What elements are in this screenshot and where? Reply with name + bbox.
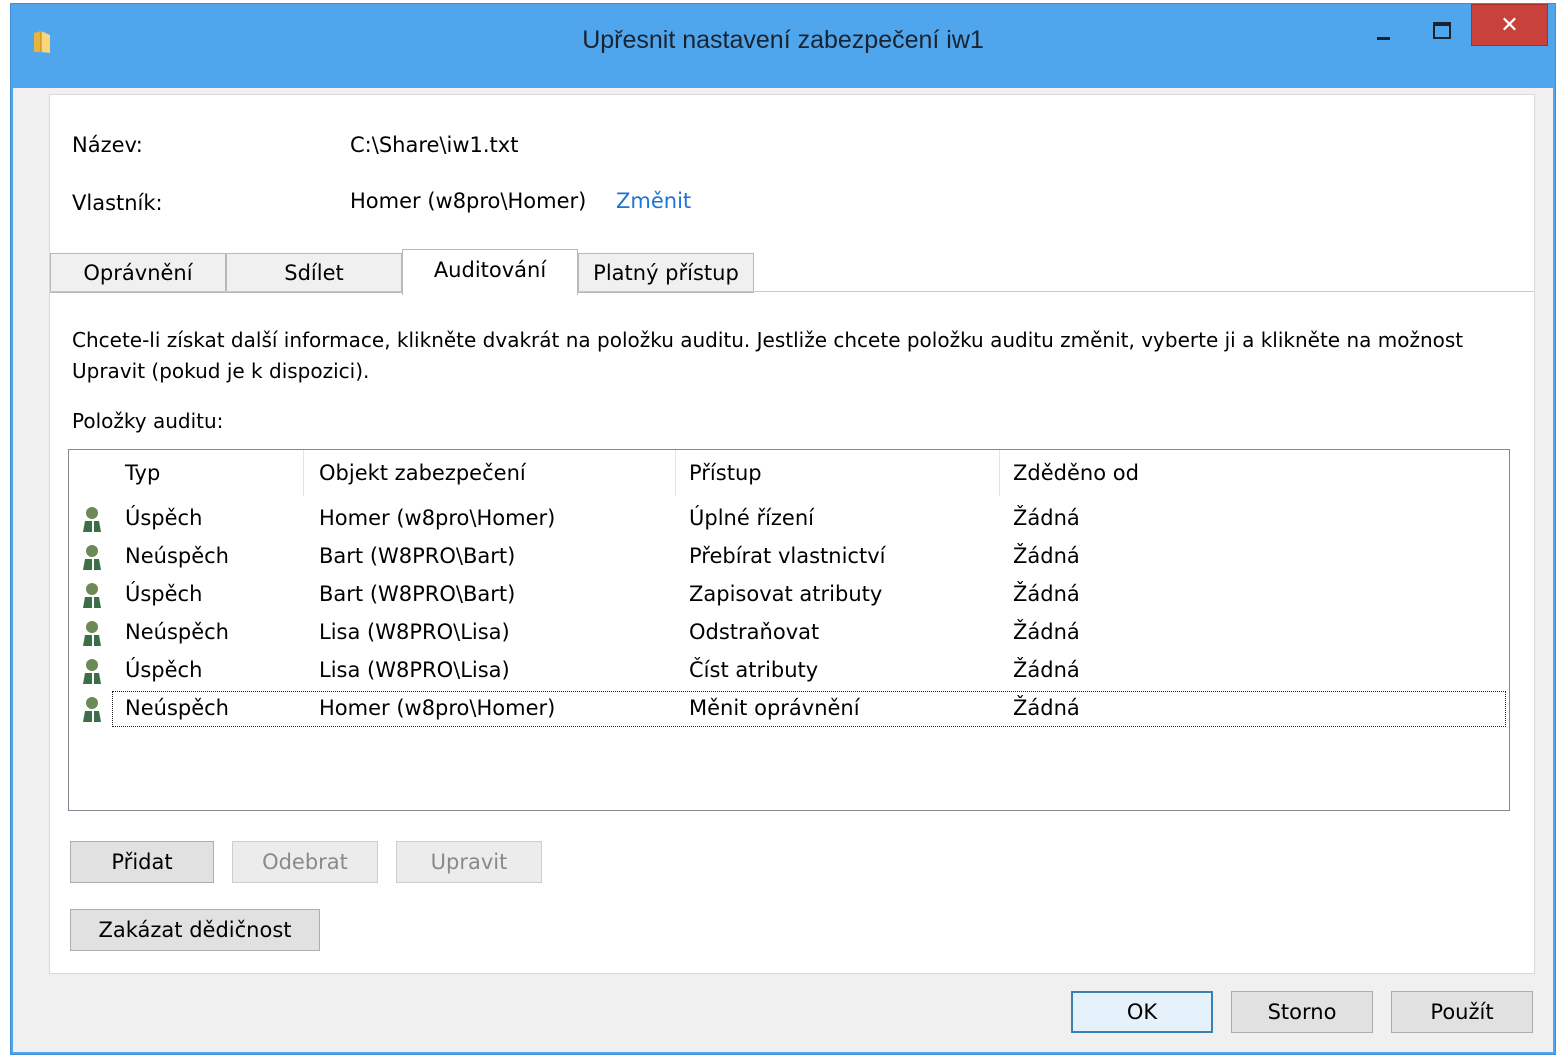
column-divider	[303, 450, 304, 496]
column-header-type[interactable]: Typ	[111, 450, 303, 498]
cell-type: Úspěch	[125, 582, 203, 606]
user-icon	[83, 659, 101, 684]
cell-access: Číst atributy	[689, 658, 819, 682]
cell-principal: Bart (W8PRO\Bart)	[319, 582, 516, 606]
dialog-client-area: Název: C:\Share\iw1.txt Vlastník: Homer …	[13, 88, 1553, 1052]
tab-share[interactable]: Sdílet	[226, 253, 402, 293]
auditing-description: Chcete-li získat další informace, klikně…	[72, 328, 1464, 383]
column-header-access[interactable]: Přístup	[675, 450, 999, 498]
cell-principal: Homer (w8pro\Homer)	[319, 506, 556, 530]
cell-access: Zapisovat atributy	[689, 582, 883, 606]
maximize-button[interactable]	[1413, 4, 1473, 48]
tab-strip: Oprávnění Sdílet Auditování Platný příst…	[50, 249, 1534, 295]
cancel-button[interactable]: Storno	[1231, 991, 1373, 1033]
name-label: Název:	[72, 133, 143, 157]
cell-principal: Lisa (W8PRO\Lisa)	[319, 620, 510, 644]
cell-type: Úspěch	[125, 658, 203, 682]
user-icon	[83, 621, 101, 646]
disable-inheritance-button[interactable]: Zakázat dědičnost	[70, 909, 320, 951]
column-header-inherited-from[interactable]: Zděděno od	[999, 450, 1509, 498]
audit-entries-list[interactable]: Typ Objekt zabezpečení Přístup Zděděno o…	[68, 449, 1510, 811]
cell-type: Neúspěch	[125, 620, 229, 644]
window-title: Upřesnit nastavení zabezpečení iw1	[582, 26, 984, 54]
dialog-window: Upřesnit nastavení zabezpečení iw1 ✕ Náz…	[10, 3, 1556, 1055]
audit-entries-label: Položky auditu:	[72, 409, 224, 433]
cell-principal: Lisa (W8PRO\Lisa)	[319, 658, 510, 682]
cell-inherited: Žádná	[1013, 620, 1080, 644]
tab-permissions[interactable]: Oprávnění	[50, 253, 226, 293]
cell-inherited: Žádná	[1013, 544, 1080, 568]
edit-button[interactable]: Upravit	[396, 841, 542, 883]
remove-button[interactable]: Odebrat	[232, 841, 378, 883]
name-value: C:\Share\iw1.txt	[350, 133, 519, 157]
owner-label: Vlastník:	[72, 191, 163, 215]
tab-effective-access[interactable]: Platný přístup	[578, 253, 754, 293]
tab-auditing[interactable]: Auditování	[402, 249, 578, 295]
user-icon	[83, 583, 101, 608]
ok-button[interactable]: OK	[1071, 991, 1213, 1033]
add-button[interactable]: Přidat	[70, 841, 214, 883]
table-row[interactable]: Neúspěch Bart (W8PRO\Bart) Přebírat vlas…	[69, 538, 1509, 576]
user-icon	[83, 507, 101, 532]
cell-inherited: Žádná	[1013, 658, 1080, 682]
cell-principal: Bart (W8PRO\Bart)	[319, 544, 516, 568]
apply-button[interactable]: Použít	[1391, 991, 1533, 1033]
tab-divider	[50, 291, 1534, 292]
cell-type: Úspěch	[125, 506, 203, 530]
user-icon	[83, 697, 101, 722]
cell-inherited: Žádná	[1013, 506, 1080, 530]
cell-access: Odstraňovat	[689, 620, 820, 644]
cell-access: Přebírat vlastnictví	[689, 544, 886, 568]
table-row[interactable]: Neúspěch Lisa (W8PRO\Lisa) Odstraňovat Ž…	[69, 614, 1509, 652]
cell-access: Úplné řízení	[689, 506, 814, 530]
user-icon	[83, 545, 101, 570]
close-button[interactable]: ✕	[1471, 4, 1548, 46]
title-bar[interactable]: Upřesnit nastavení zabezpečení iw1 ✕	[11, 4, 1555, 88]
column-header-principal[interactable]: Objekt zabezpečení	[305, 450, 675, 498]
owner-value: Homer (w8pro\Homer)	[350, 189, 587, 213]
minimize-button[interactable]	[1353, 4, 1413, 48]
table-row[interactable]: Úspěch Homer (w8pro\Homer) Úplné řízení …	[69, 500, 1509, 538]
owner-change-link[interactable]: Změnit	[616, 189, 691, 213]
table-row[interactable]: Úspěch Lisa (W8PRO\Lisa) Číst atributy Ž…	[69, 652, 1509, 690]
cell-type: Neúspěch	[125, 544, 229, 568]
focused-row-outline	[111, 690, 1507, 728]
cell-inherited: Žádná	[1013, 582, 1080, 606]
table-row[interactable]: Úspěch Bart (W8PRO\Bart) Zapisovat atrib…	[69, 576, 1509, 614]
close-icon: ✕	[1500, 13, 1519, 38]
content-panel: Název: C:\Share\iw1.txt Vlastník: Homer …	[49, 94, 1535, 974]
